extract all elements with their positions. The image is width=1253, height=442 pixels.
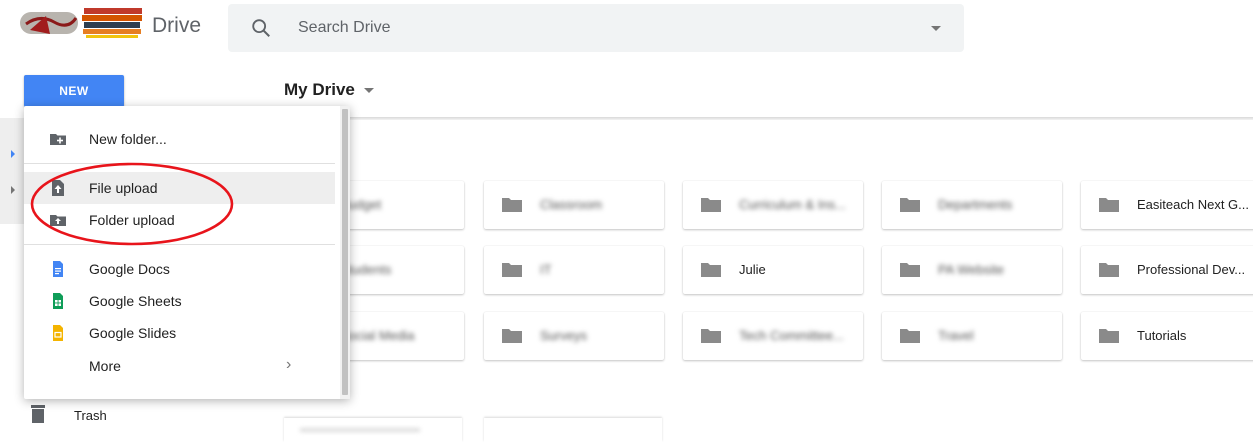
menu-item-google-slides[interactable]: Google Slides: [24, 317, 335, 349]
folder-name: PA Website: [938, 262, 1004, 277]
folder-icon: [502, 263, 522, 277]
folder-icon: [502, 329, 522, 343]
page-title[interactable]: My Drive: [284, 80, 355, 100]
folder-name: Social Media: [340, 328, 415, 343]
menu-item-label: More: [89, 358, 121, 374]
school-district-logo[interactable]: [20, 4, 145, 40]
file-card[interactable]: [284, 418, 462, 442]
folder-card[interactable]: Julie: [683, 246, 863, 294]
google-docs-icon: [53, 261, 63, 277]
trash-icon[interactable]: [31, 405, 45, 423]
folder-icon: [502, 198, 522, 212]
folder-name: Travel: [938, 328, 974, 343]
folder-icon: [701, 329, 721, 343]
folder-name: Professional Dev...: [1137, 262, 1246, 277]
content-divider: [270, 117, 1253, 120]
folder-name: Tutorials: [1137, 328, 1187, 343]
folder-icon: [1099, 329, 1119, 343]
menu-item-more[interactable]: More ›: [24, 350, 335, 382]
folder-name: Easiteach Next G...: [1137, 197, 1249, 212]
google-sheets-icon: [53, 293, 63, 309]
google-slides-icon: [53, 325, 63, 341]
file-card[interactable]: [484, 418, 662, 442]
folder-card[interactable]: PA Website: [882, 246, 1062, 294]
folder-name: Classroom: [540, 197, 603, 212]
menu-item-label: Google Slides: [89, 325, 177, 341]
folder-icon: [701, 198, 721, 212]
folder-name: Departments: [938, 197, 1013, 212]
menu-item-folder-upload[interactable]: Folder upload: [24, 204, 335, 236]
search-options-dropdown-icon[interactable]: [931, 26, 941, 31]
folder-icon: [900, 263, 920, 277]
folder-card[interactable]: Curriculum & Ins...: [683, 181, 863, 229]
sidebar-selected-item[interactable]: [0, 118, 25, 224]
menu-item-label: New folder...: [89, 131, 167, 147]
folder-card[interactable]: Departments: [882, 181, 1062, 229]
search-icon[interactable]: [250, 17, 272, 39]
folder-name: Julie: [739, 262, 766, 277]
chevron-right-icon: ›: [286, 356, 292, 373]
menu-item-label: File upload: [89, 180, 158, 196]
menu-item-label: Google Docs: [89, 261, 170, 277]
folder-name: Budget: [340, 197, 382, 212]
menu-item-new-folder[interactable]: New folder...: [24, 123, 335, 155]
folder-card[interactable]: Easiteach Next G...: [1081, 181, 1253, 229]
search-input[interactable]: [298, 12, 898, 44]
folder-name: IT: [540, 262, 552, 277]
menu-item-google-sheets[interactable]: Google Sheets: [24, 285, 335, 317]
menu-item-google-docs[interactable]: Google Docs: [24, 253, 335, 285]
menu-item-file-upload[interactable]: File upload: [24, 172, 335, 204]
menu-scroll-thumb[interactable]: [342, 109, 348, 395]
folder-card[interactable]: IT: [484, 246, 664, 294]
app-title[interactable]: Drive: [152, 14, 201, 38]
new-button[interactable]: NEW: [24, 75, 124, 107]
folder-name: Curriculum & Ins...: [739, 197, 846, 212]
new-folder-icon: [50, 134, 66, 145]
folder-icon: [900, 198, 920, 212]
folder-upload-icon: [50, 215, 66, 226]
folder-name: Tech Committee...: [739, 328, 844, 343]
folder-icon: [701, 263, 721, 277]
expand-arrow-icon[interactable]: [11, 150, 15, 158]
folder-card[interactable]: Travel: [882, 312, 1062, 360]
menu-divider: [24, 244, 335, 245]
folder-card[interactable]: Classroom: [484, 181, 664, 229]
folder-name: Students: [340, 262, 392, 277]
folder-icon: [1099, 198, 1119, 212]
menu-divider: [24, 163, 335, 164]
folder-card[interactable]: Tutorials: [1081, 312, 1253, 360]
menu-item-label: Folder upload: [89, 212, 175, 228]
new-menu: New folder... File upload Folder upload …: [24, 106, 350, 399]
file-upload-icon: [52, 180, 64, 196]
menu-item-label: Google Sheets: [89, 293, 182, 309]
folder-icon: [900, 329, 920, 343]
folder-icon: [1099, 263, 1119, 277]
folder-card[interactable]: Professional Dev...: [1081, 246, 1253, 294]
folder-card[interactable]: Surveys: [484, 312, 664, 360]
folder-card[interactable]: Tech Committee...: [683, 312, 863, 360]
my-drive-dropdown-icon[interactable]: [364, 88, 374, 93]
top-header: Drive: [0, 0, 1253, 64]
expand-arrow-icon[interactable]: [11, 186, 15, 194]
sidebar-item-trash[interactable]: Trash: [74, 408, 107, 423]
folder-name: Surveys: [540, 328, 587, 343]
search-bar[interactable]: [228, 4, 964, 52]
